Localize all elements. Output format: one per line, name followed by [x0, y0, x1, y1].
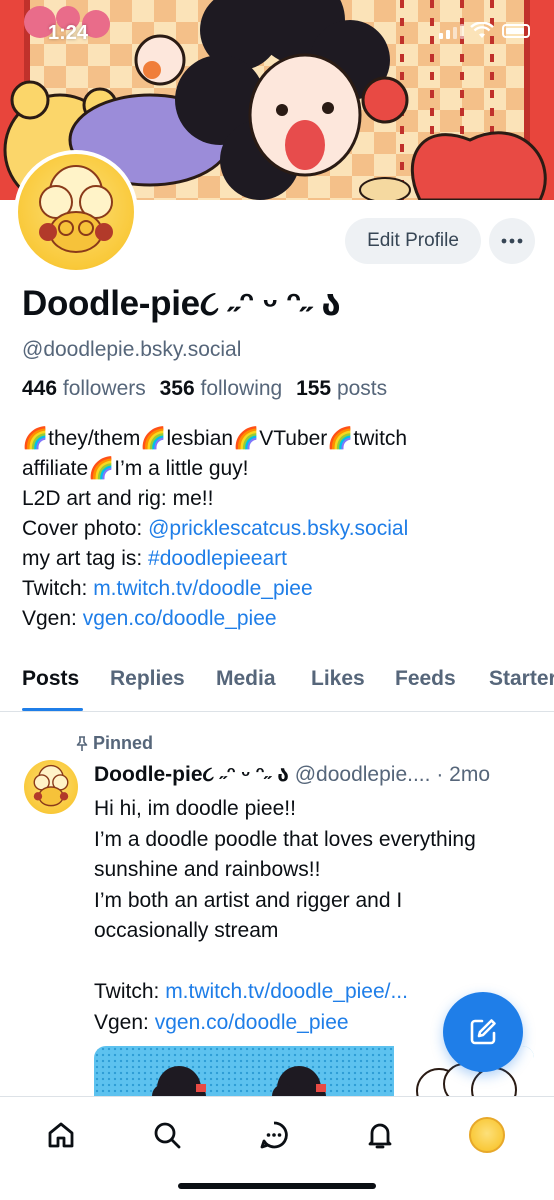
followers-link[interactable]: 446 followers	[22, 377, 146, 400]
search-icon	[154, 1122, 181, 1149]
compose-post-button[interactable]	[443, 992, 523, 1072]
home-icon	[48, 1122, 74, 1148]
post-line: occasionally stream	[94, 919, 279, 942]
posts-stat: 155 posts	[296, 377, 387, 400]
avatar-illustration	[33, 764, 69, 807]
ellipsis-icon	[501, 238, 523, 244]
following-count: 356	[159, 377, 195, 400]
compose-icon	[470, 1019, 496, 1045]
twitch-link[interactable]: m.twitch.tv/doodle_piee	[93, 577, 312, 600]
post-author-handle[interactable]: @doodlepie....	[295, 763, 431, 786]
post-line: I’m a doodle poodle that loves everythin…	[94, 827, 476, 851]
profile-avatar-icon	[469, 1117, 505, 1153]
post-author-name[interactable]: Doodle-pie૮ ˶ᵔ ᵕ ᵔ˶ ა	[94, 763, 289, 786]
post-line: Hi hi, im doodle piee!!	[94, 797, 296, 820]
chat-icon	[260, 1121, 288, 1149]
active-tab-indicator	[22, 708, 83, 711]
profile-handle: @doodlepie.bsky.social	[22, 338, 242, 361]
tab-feeds[interactable]: Feeds	[395, 667, 456, 691]
post-timestamp[interactable]: 2mo	[449, 763, 490, 786]
wifi-icon	[470, 22, 494, 38]
tab-starter-packs[interactable]: Starter Packs	[489, 667, 554, 691]
bio-line: affiliate🌈I’m a little guy!	[22, 457, 249, 480]
nav-chat[interactable]	[254, 1115, 294, 1155]
nav-notifications[interactable]	[360, 1115, 400, 1155]
status-bar: 1:24	[0, 0, 554, 64]
following-link[interactable]: 356 following	[160, 377, 283, 400]
tab-likes[interactable]: Likes	[311, 667, 365, 691]
battery-icon	[502, 24, 530, 38]
vgen-link[interactable]: vgen.co/doodle_piee	[83, 607, 277, 630]
bio-label: my art tag is:	[22, 547, 149, 570]
post-label: Vgen:	[94, 1010, 155, 1034]
home-indicator	[178, 1183, 376, 1189]
more-options-button[interactable]	[489, 218, 535, 264]
pinned-label: Pinned	[93, 733, 154, 753]
tab-posts[interactable]: Posts	[22, 667, 79, 691]
followers-count: 446	[22, 377, 58, 400]
avatar-illustration	[39, 165, 113, 253]
tab-replies[interactable]: Replies	[110, 667, 185, 691]
edit-profile-button[interactable]: Edit Profile	[345, 218, 481, 264]
nav-search[interactable]	[147, 1115, 187, 1155]
profile-tabs: Posts Replies Media Likes Feeds Starter …	[0, 660, 554, 712]
bio-label: Twitch:	[22, 577, 94, 600]
pin-icon	[76, 735, 88, 751]
posts-label: posts	[336, 377, 388, 400]
profile-stats: 446 followers 356 following 155 posts	[22, 377, 387, 401]
bio-label: Vgen:	[22, 607, 83, 630]
nav-profile[interactable]	[467, 1115, 507, 1155]
following-label: following	[200, 377, 283, 400]
profile-bio: 🌈they/them🌈lesbian🌈VTuber🌈twitch affilia…	[22, 424, 542, 634]
art-tag-link[interactable]: #doodlepieeart	[148, 547, 287, 570]
post-twitch-link[interactable]: m.twitch.tv/doodle_piee/...	[165, 980, 408, 1003]
profile-display-name: Doodle-pie૮ ˶ᵔ ᵕ ᵔ˶ ა	[22, 284, 341, 323]
post-author-avatar[interactable]	[24, 760, 78, 814]
posts-count: 155	[296, 377, 332, 400]
post-label: Twitch:	[94, 980, 166, 1003]
bell-icon	[368, 1123, 392, 1149]
bio-label: Cover photo:	[22, 517, 149, 540]
cover-photo-mention-link[interactable]: @pricklescatcus.bsky.social	[148, 517, 408, 540]
cellular-signal-icon	[439, 24, 464, 39]
bio-line: L2D art and rig: me!!	[22, 487, 214, 510]
profile-avatar[interactable]	[14, 150, 138, 274]
post-vgen-link[interactable]: vgen.co/doodle_piee	[155, 1011, 349, 1034]
followers-label: followers	[62, 377, 146, 400]
post-header: Doodle-pie૮ ˶ᵔ ᵕ ᵔ˶ ა @doodlepie.... · 2…	[94, 763, 490, 786]
bio-line: 🌈they/them🌈lesbian🌈VTuber🌈twitch	[22, 427, 408, 450]
post-line: I’m both an artist and rigger and I	[94, 888, 403, 912]
nav-home[interactable]	[41, 1115, 81, 1155]
status-time: 1:24	[48, 22, 89, 44]
tab-media[interactable]: Media	[216, 667, 276, 691]
post-line: sunshine and rainbows!!	[94, 858, 321, 881]
pinned-indicator: Pinned	[75, 733, 153, 754]
